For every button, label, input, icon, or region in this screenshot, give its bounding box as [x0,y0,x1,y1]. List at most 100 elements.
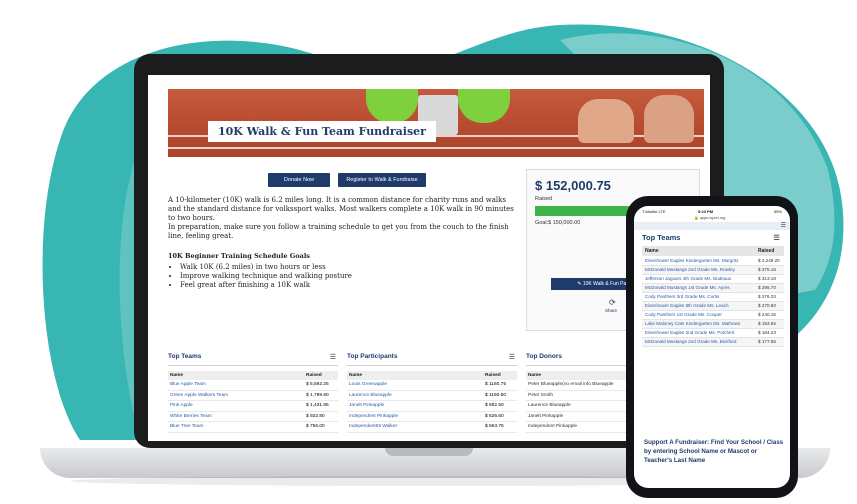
column-header: Name [349,373,363,378]
table-row[interactable]: McDonald Mustangs 2nd Grade Ms. Rowley $ … [642,266,784,275]
column-header: Raised [485,373,501,378]
hero-banner: 10K Walk & Fun Team Fundraiser [168,89,704,157]
goal-text: Goal:$ 150,000.00 [535,220,581,226]
team-raised: $ 184.23 [758,330,776,335]
clock: 5:23 PM [698,209,714,214]
register-button[interactable]: Register to Walk & Fundraise [338,173,426,187]
description-paragraph: In preparation, make sure you follow a t… [168,223,509,240]
participant-raised: $ 682.50 [485,403,504,408]
goals-heading: 10K Beginner Training Schedule Goals [168,252,310,260]
participant-name[interactable]: Janelt Pinkapple [347,401,485,411]
participant-raised: $ 563.75 [485,424,504,429]
list-icon[interactable]: ☰ [773,233,780,242]
participant-name[interactable]: Independent Pinkapple [347,412,485,422]
url-bar[interactable]: 🔒 apps.rsport.org [694,215,725,220]
team-name[interactable]: Green Apple Walkers Team [168,391,306,401]
shoe-image [366,89,418,123]
table-row[interactable]: Jefferson Jaguars 4th Grade Ms. Bodeaux $… [642,275,784,284]
team-name[interactable]: Blue Apple Team [168,380,306,390]
description: A 10-kilometer (10K) walk is 6.2 miles l… [168,196,520,241]
table-row[interactable]: Pink Apple $ 1,431.85 [168,401,338,412]
table-row[interactable]: McDonald Mustangs 1st Grade Ms. Ayres $ 2… [642,284,784,293]
team-raised: $ 2,249.20 [758,258,780,263]
share-icon[interactable]: ⟳ [609,298,616,307]
team-name[interactable]: Cody Panthers 1st Grade Ms. Cooper [642,311,751,319]
team-raised: $ 313.18 [758,276,776,281]
page-title: 10K Walk & Fun Team Fundraiser [208,121,436,142]
participant-name[interactable]: Louis Greenapple [347,380,485,390]
list-icon[interactable]: ☰ [330,353,336,361]
team-name[interactable]: McDonald Mustangs 1st Grade Ms. Ayres [642,284,751,292]
table-row[interactable]: White Berries Team $ 922.80 [168,412,338,422]
participant-raised: $ 1160.50 [485,392,506,398]
team-name[interactable]: Eisenhower Eagles 2nd Grade Ms. Potchert [642,329,751,337]
table-row[interactable]: McDonald Mustangs 2nd Grade Ms. Bickford… [642,338,784,347]
team-raised: $ 295.70 [758,285,776,290]
team-name[interactable]: McDonald Mustangs 2nd Grade Ms. Bickford [642,338,751,346]
team-name[interactable]: Jefferson Jaguars 4th Grade Ms. Bodeaux [642,275,751,283]
table-row[interactable]: Blue Tree Team $ 756.00 [168,422,338,433]
table-row[interactable]: Independent59 Walker $ 563.75 [347,422,517,433]
phone-section-title: Top Teams [642,233,681,242]
raised-label: Raised [535,196,553,202]
phone-screen: T-Mobile LTE 5:23 PM 55% 🔒 apps.rsport.o… [634,206,790,488]
donate-button[interactable]: Donate Now [268,173,330,187]
team-name[interactable]: Eisenhower Eagles Kindergarten Ms. Margr… [642,257,751,265]
team-name[interactable]: White Berries Team [168,412,306,422]
description-paragraph: A 10-kilometer (10K) walk is 6.2 miles l… [168,196,514,222]
raised-amount: $ 152,000.75 [535,178,611,193]
column-header: Raised [306,373,322,378]
table-row[interactable]: Eisenhower Eagles Kindergarten Ms. Margr… [642,257,784,266]
team-raised: $ 5,592.25 [306,382,329,387]
team-raised: $ 1,799.60 [306,392,329,398]
goal-item: Walk 10K (6.2 miles) in two hours or les… [180,263,352,272]
phone-team-list: Eisenhower Eagles Kindergarten Ms. Margr… [642,257,784,347]
table-row[interactable]: Lake Maloney Cats Kindergarten Ms. Mathe… [642,320,784,329]
table-row[interactable]: Independent Pinkapple $ 626.60 [347,412,517,422]
table-row[interactable]: Janelt Pinkapple $ 682.50 [347,401,517,412]
participant-name[interactable]: Laurence Blueapple [347,391,485,401]
table-row[interactable]: Louis Greenapple $ 1160.75 [347,380,517,391]
goal-item: Feel great after finishing a 10K walk [180,281,352,290]
column-header: Name [170,373,184,378]
table-row[interactable]: Cody Panthers 1st Grade Ms. Cooper $ 240.… [642,311,784,320]
team-raised: $ 1,431.85 [306,403,329,408]
nav-bar: ☰ [634,222,790,230]
battery-level: 55% [773,209,782,214]
team-raised: $ 276.33 [758,294,776,299]
table-row[interactable]: Eisenhower Eagles 2nd Grade Ms. Potchert… [642,329,784,338]
table-row[interactable]: Blue Apple Team $ 5,592.25 [168,380,338,391]
participant-raised: $ 626.60 [485,413,504,419]
team-name[interactable]: Cody Panthers 3rd Grade Ms. Curtis [642,293,751,301]
team-name[interactable]: Pink Apple [168,401,306,411]
hand-image [578,99,634,143]
team-name[interactable]: Eisenhower Eagles 5th Grade Ms. Leach [642,302,751,310]
list-icon[interactable]: ☰ [509,353,515,361]
team-name[interactable]: Blue Tree Team [168,422,306,432]
laptop-notch [385,448,473,456]
team-name[interactable]: McDonald Mustangs 2nd Grade Ms. Rowley [642,266,751,274]
team-name[interactable]: Lake Maloney Cats Kindergarten Ms. Mathe… [642,320,751,328]
table-row[interactable]: Eisenhower Eagles 5th Grade Ms. Leach $ 2… [642,302,784,311]
hand-image [644,95,694,143]
table-row[interactable]: Green Apple Walkers Team $ 1,799.60 [168,391,338,401]
column-header: Raised [758,248,775,254]
column-header: Name [645,248,659,254]
participant-raised: $ 1160.75 [485,382,506,387]
menu-icon[interactable]: ☰ [781,222,786,229]
team-raised: $ 756.00 [306,424,325,429]
table-header: Name Raised [347,371,517,380]
team-raised: $ 193.55 [758,321,776,326]
top-teams-table: Top Teams ☰ Name Raised Blue Apple Team $… [168,353,338,433]
table-row[interactable]: Laurence Blueapple $ 1160.50 [347,391,517,401]
support-fundraiser-text: Support A Fundraiser: Find Your School /… [644,439,784,464]
share-label: Share [605,308,618,313]
table-header: Name Raised [168,371,338,380]
table-row[interactable]: Cody Panthers 3rd Grade Ms. Curtis $ 276.… [642,293,784,302]
track-line [168,147,704,149]
team-raised: $ 240.15 [758,312,776,317]
table-header: Name Raised [642,246,784,256]
team-raised: $ 375.16 [758,267,776,272]
table-title: Top Teams [168,353,338,366]
participant-name[interactable]: Independent59 Walker [347,422,485,432]
